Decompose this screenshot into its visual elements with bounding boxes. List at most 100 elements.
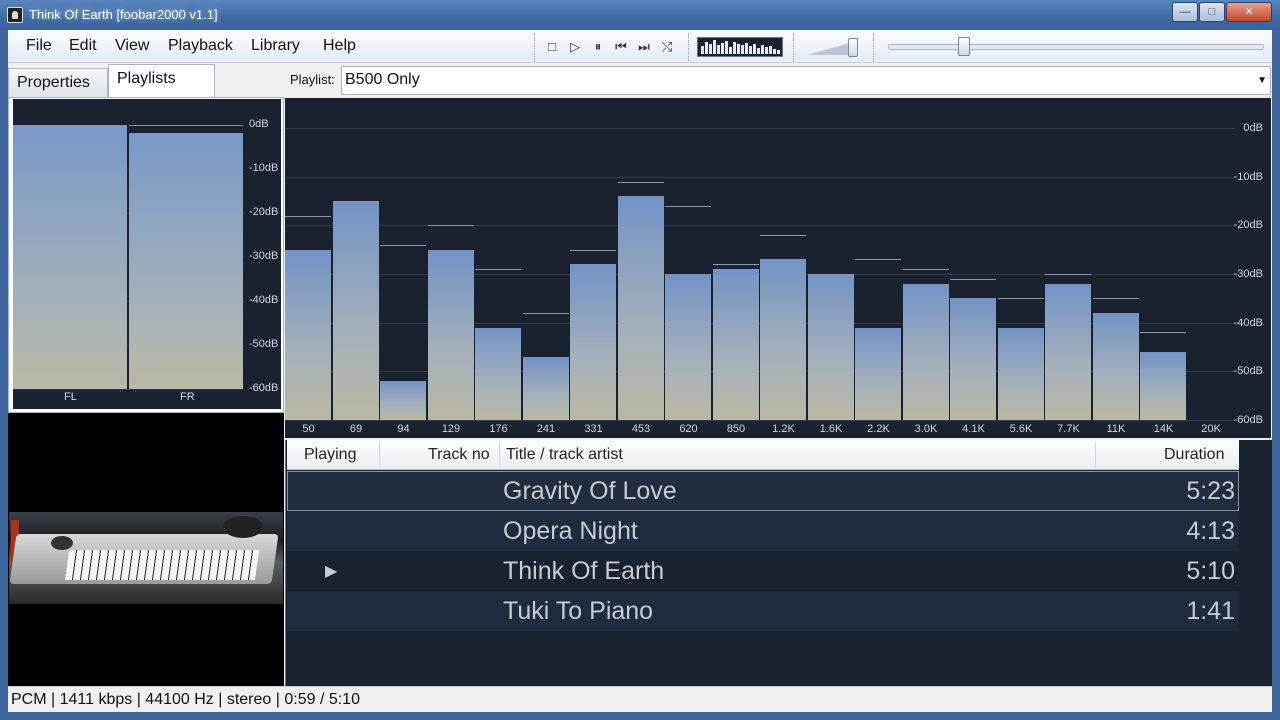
spectrum-gridline xyxy=(285,176,1235,178)
peak-meter-bar-fr xyxy=(129,132,243,389)
menu-library[interactable]: Library xyxy=(251,37,300,55)
toolbar-separator xyxy=(873,33,875,61)
peak-meter-panel: 0dB -10dB -20dB -30dB -40dB -50dB -60dB FL FR xyxy=(8,97,284,413)
playlist-label: Playlist: xyxy=(290,72,335,87)
mini-spectrum-bar xyxy=(721,43,724,54)
spectrum-analyzer: 0dB -10dB -20dB -30dB -40dB -50dB -60dB 50 69 94 1… xyxy=(285,98,1271,438)
mini-spectrum-bar xyxy=(741,45,744,54)
spectrum-peak-line xyxy=(380,244,426,246)
mini-spectrum-bar xyxy=(705,42,708,54)
mini-spectrum-visualizer[interactable] xyxy=(697,37,783,57)
status-text: PCM | 1411 kbps | 44100 Hz | stereo | 0:… xyxy=(11,691,360,708)
column-header-track-no[interactable]: Track no xyxy=(428,446,490,464)
play-button[interactable]: ▷ xyxy=(566,38,584,56)
spectrum-freq-label: 5.6K xyxy=(1009,423,1033,435)
mini-spectrum-bar xyxy=(725,41,728,54)
next-button[interactable]: ⏭ xyxy=(635,38,653,56)
column-divider[interactable] xyxy=(379,442,380,468)
peak-meter-peak-fr xyxy=(129,125,243,126)
chevron-down-icon[interactable]: ▼ xyxy=(1257,75,1267,86)
spectrum-db-label: -30dB xyxy=(1233,268,1263,280)
spectrum-bar xyxy=(617,196,664,420)
mini-spectrum-bar xyxy=(777,50,780,54)
menu-file[interactable]: File xyxy=(26,37,52,55)
peak-meter-channel-label: FL xyxy=(64,391,77,403)
title-bar: Think Of Earth [foobar2000 v1.1] — □ ✕ xyxy=(0,0,1280,30)
menu-help[interactable]: Help xyxy=(323,37,356,55)
spectrum-peak-line xyxy=(902,269,949,271)
menu-edit[interactable]: Edit xyxy=(69,37,97,55)
mini-spectrum-bar xyxy=(733,42,736,54)
window-title: Think Of Earth [foobar2000 v1.1] xyxy=(29,7,218,22)
mini-spectrum-bar xyxy=(701,46,704,54)
column-header-title[interactable]: Title / track artist xyxy=(506,446,623,464)
playlist-row[interactable]: Gravity Of Love 5:23 xyxy=(287,471,1239,511)
playlist-dropdown[interactable]: B500 Only ▼ xyxy=(341,66,1271,95)
spectrum-gridline xyxy=(285,128,1235,129)
photo-keyboard-keys xyxy=(64,550,260,580)
column-divider[interactable] xyxy=(499,442,500,468)
spectrum-peak-line xyxy=(617,181,664,183)
left-panel-tabs: Properties Playlists xyxy=(8,63,284,97)
spectrum-freq-label: 176 xyxy=(489,423,508,435)
column-header-playing[interactable]: Playing xyxy=(304,446,356,464)
volume-thumb[interactable] xyxy=(848,38,858,57)
spectrum-db-label: 0dB xyxy=(1243,122,1263,134)
foobar-app-icon[interactable] xyxy=(7,7,23,23)
peak-meter-db-label: 0dB xyxy=(249,118,269,130)
playlist-row[interactable]: ▶ Think Of Earth 5:10 xyxy=(287,551,1239,591)
photo-speaker-right xyxy=(223,516,263,538)
spectrum-bar xyxy=(285,249,331,420)
spectrum-bar xyxy=(902,283,949,420)
tab-playlists[interactable]: Playlists xyxy=(108,64,215,97)
spectrum-peak-line xyxy=(807,274,854,275)
spectrum-peak-line xyxy=(1045,274,1091,275)
spectrum-bar xyxy=(570,264,616,420)
spectrum-freq-label: 94 xyxy=(397,423,410,435)
stop-button[interactable]: □ xyxy=(543,38,561,56)
peak-meter: 0dB -10dB -20dB -30dB -40dB -50dB -60dB FL FR xyxy=(13,99,281,409)
menu-playback[interactable]: Playback xyxy=(168,37,233,55)
spectrum-peak-line xyxy=(855,259,901,261)
spectrum-bar xyxy=(1140,351,1186,420)
mini-spectrum-bar xyxy=(717,45,720,54)
spectrum-gridline xyxy=(285,420,1235,421)
peak-meter-db-label: -30dB xyxy=(249,250,279,262)
minimize-button[interactable]: — xyxy=(1172,2,1198,22)
column-header-duration[interactable]: Duration xyxy=(1164,446,1224,464)
peak-meter-gridline xyxy=(13,389,245,390)
spectrum-freq-label: 129 xyxy=(441,423,461,435)
volume-slider[interactable] xyxy=(807,37,861,57)
track-duration: 4:13 xyxy=(1186,517,1235,545)
mini-spectrum-bar xyxy=(729,47,732,54)
spectrum-freq-label: 453 xyxy=(631,423,651,435)
peak-meter-bar-fl xyxy=(13,126,127,389)
toolbar-separator xyxy=(793,33,795,61)
maximize-button[interactable]: □ xyxy=(1199,2,1225,22)
menu-view[interactable]: View xyxy=(115,37,149,55)
mini-spectrum-bar xyxy=(757,48,760,54)
mini-spectrum-bar xyxy=(753,44,756,54)
playlist-row[interactable]: Opera Night 4:13 xyxy=(287,511,1239,551)
spectrum-freq-label: 50 xyxy=(302,423,315,435)
spectrum-bar xyxy=(427,249,474,420)
close-button[interactable]: ✕ xyxy=(1226,2,1272,22)
random-button[interactable]: ⤭ xyxy=(658,38,676,56)
peak-meter-db-label: -20dB xyxy=(249,206,279,218)
previous-button[interactable]: ⏮ xyxy=(612,38,630,56)
spectrum-bar xyxy=(1045,283,1091,420)
tab-properties[interactable]: Properties xyxy=(8,68,108,97)
pause-button[interactable]: ⏸ xyxy=(589,38,607,56)
spectrum-peak-line xyxy=(1092,298,1139,300)
playlist-view[interactable]: Playing Track no Title / track artist Du… xyxy=(285,440,1272,686)
seek-bar[interactable] xyxy=(888,44,1264,50)
spectrum-peak-line xyxy=(475,269,521,271)
mini-spectrum-bar xyxy=(761,45,764,54)
status-bar: PCM | 1411 kbps | 44100 Hz | stereo | 0:… xyxy=(8,686,1272,712)
column-divider[interactable] xyxy=(1095,442,1096,468)
spectrum-freq-label: 1.2K xyxy=(772,423,795,435)
spectrum-freq-label: 4.1K xyxy=(962,423,985,435)
spectrum-bar xyxy=(332,201,379,420)
seek-thumb[interactable] xyxy=(958,37,970,56)
playlist-row[interactable]: Tuki To Piano 1:41 xyxy=(287,591,1239,631)
